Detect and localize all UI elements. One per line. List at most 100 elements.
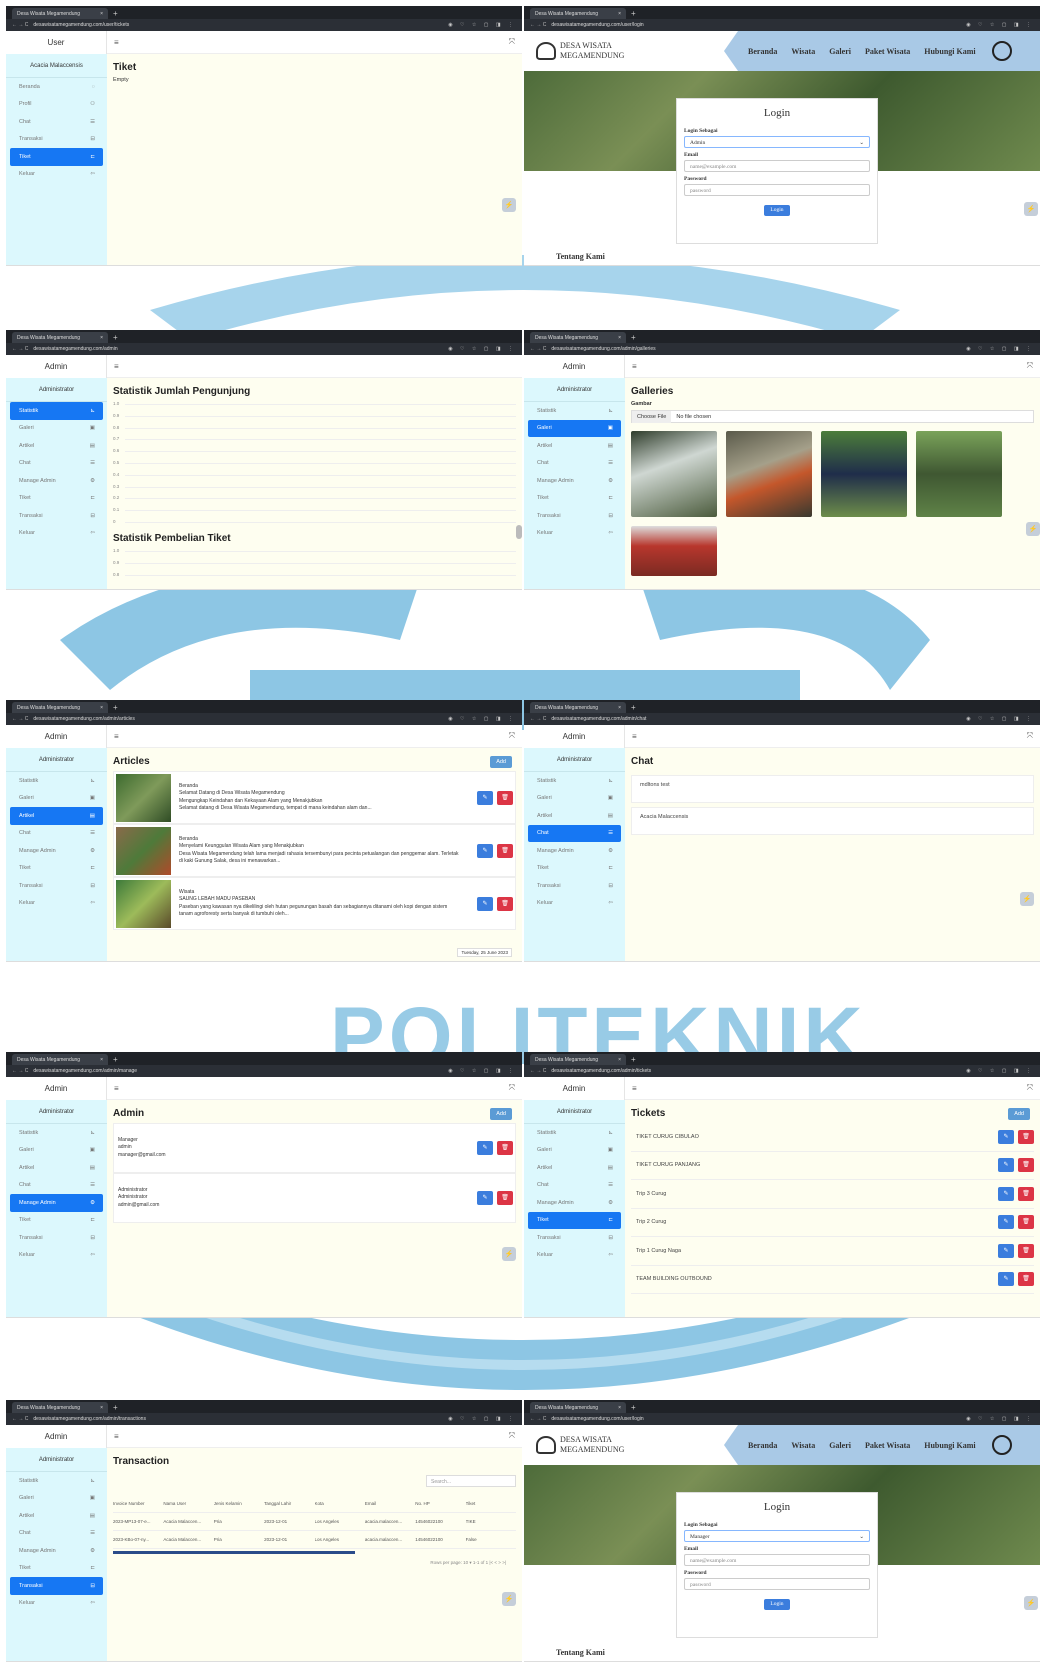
edit-button[interactable]: ✎ (477, 896, 493, 911)
browser-tool-icons[interactable]: ◉ ♡ ☆ ▢ ◨ ⋮ (966, 716, 1034, 722)
sidebar-item-statistik[interactable]: Statistik ⊾ (528, 402, 621, 420)
browser-tool-icons[interactable]: ◉ ♡ ☆ ▢ ◨ ⋮ (966, 1416, 1034, 1422)
menu-icon[interactable]: ≡ (114, 1084, 119, 1093)
sidebar-item-keluar[interactable]: Keluar ⇦ (10, 525, 103, 543)
nav-buttons[interactable]: ← → C (530, 346, 546, 352)
gallery-image[interactable] (631, 526, 717, 576)
sidebar-item-tiket[interactable]: Tiket ⊏ (10, 148, 103, 166)
sidebar-item-statistik[interactable]: Statistik ⊾ (10, 1472, 103, 1490)
password-field[interactable]: password (684, 184, 870, 196)
sidebar-item-keluar[interactable]: Keluar ⇦ (528, 525, 621, 543)
login-as-select[interactable]: Admin ⌄ (684, 136, 870, 148)
table-row[interactable]: 2023-MP13-07-e... Acacia Malaccen... Pria 2… (113, 1513, 516, 1531)
new-tab-button[interactable]: + (113, 1055, 118, 1065)
sidebar-item-keluar[interactable]: Keluar ⇦ (528, 895, 621, 913)
sidebar-item-transaksi[interactable]: Transaksi ⊟ (10, 877, 103, 895)
quick-action-button[interactable]: ⚡ (1020, 892, 1034, 906)
delete-button[interactable]: 🗑 (1018, 1158, 1034, 1173)
edit-button[interactable]: ✎ (998, 1215, 1014, 1230)
sidebar-item-chat[interactable]: Chat ☰ (10, 1177, 103, 1195)
nav-buttons[interactable]: ← → C (12, 1068, 28, 1074)
email-field[interactable]: name@example.com (684, 1554, 870, 1566)
sidebar-item-statistik[interactable]: Statistik ⊾ (10, 772, 103, 790)
browser-tool-icons[interactable]: ◉ ♡ ☆ ▢ ◨ ⋮ (966, 1068, 1034, 1074)
sidebar-item-keluar[interactable]: Keluar ⇦ (528, 1247, 621, 1265)
address-bar[interactable]: desawisatamegamendung.com/admin (33, 346, 443, 352)
delete-button[interactable]: 🗑 (497, 790, 513, 805)
menu-icon[interactable]: ≡ (114, 362, 119, 371)
delete-button[interactable]: 🗑 (1018, 1272, 1034, 1287)
sidebar-item-profil[interactable]: Profil ⚇ (10, 96, 103, 114)
table-row[interactable]: 2023-KBo-07-ny... Acacia Malaccen... Pria 2… (113, 1531, 516, 1549)
new-tab-button[interactable]: + (631, 1055, 636, 1065)
address-bar[interactable]: desawisatamegamendung.com/user/login (551, 22, 961, 28)
address-bar[interactable]: desawisatamegamendung.com/admin/tickets (551, 1068, 961, 1074)
sidebar-item-keluar[interactable]: Keluar ⇦ (10, 895, 103, 913)
sidebar-item-chat[interactable]: Chat ☰ (10, 113, 103, 131)
sidebar-item-galeri[interactable]: Galeri ▣ (528, 790, 621, 808)
nav-hubungi-kami[interactable]: Hubungi Kami (924, 1441, 975, 1450)
sidebar-item-transaksi[interactable]: Transaksi ⊟ (528, 877, 621, 895)
browser-tab[interactable]: Desa Wisata Megamendung × (530, 1054, 626, 1065)
gallery-image[interactable] (631, 431, 717, 517)
address-bar[interactable]: desawisatamegamendung.com/admin/articles (33, 716, 443, 722)
sidebar-item-artikel[interactable]: Artikel ▤ (10, 437, 103, 455)
sidebar-item-manage-admin[interactable]: Manage Admin ⚙ (10, 842, 103, 860)
sidebar-item-statistik[interactable]: Statistik ⊾ (10, 1124, 103, 1142)
browser-tool-icons[interactable]: ◉ ♡ ☆ ▢ ◨ ⋮ (966, 22, 1034, 28)
nav-wisata[interactable]: Wisata (791, 47, 815, 56)
edit-button[interactable]: ✎ (998, 1243, 1014, 1258)
new-tab-button[interactable]: + (631, 333, 636, 343)
delete-button[interactable]: 🗑 (497, 843, 513, 858)
sidebar-item-tiket[interactable]: Tiket ⊏ (10, 1212, 103, 1230)
nav-buttons[interactable]: ← → C (530, 1416, 546, 1422)
browser-tab[interactable]: Desa Wisata Megamendung × (530, 702, 626, 713)
collapse-icon[interactable]: ⤧ (1027, 731, 1033, 741)
browser-tab[interactable]: Desa Wisata Megamendung × (12, 332, 108, 343)
menu-icon[interactable]: ≡ (632, 362, 637, 371)
gallery-image[interactable] (821, 431, 907, 517)
sidebar-item-chat[interactable]: Chat ☰ (528, 1177, 621, 1195)
browser-tab[interactable]: Desa Wisata Megamendung × (530, 332, 626, 343)
gallery-image[interactable] (726, 431, 812, 517)
sidebar-item-tiket[interactable]: Tiket ⊏ (10, 1560, 103, 1578)
sidebar-item-transaksi[interactable]: Transaksi ⊟ (10, 507, 103, 525)
nav-buttons[interactable]: ← → C (12, 716, 28, 722)
browser-tab[interactable]: Desa Wisata Megamendung × (12, 1054, 108, 1065)
quick-action-button[interactable]: ⚡ (502, 1592, 516, 1606)
search-input[interactable]: Search... (426, 1475, 516, 1487)
browser-tab[interactable]: Desa Wisata Megamendung × (12, 1402, 108, 1413)
sidebar-item-chat[interactable]: Chat ☰ (10, 455, 103, 473)
collapse-icon[interactable]: ⤧ (509, 1431, 515, 1441)
collapse-icon[interactable]: ⤧ (509, 37, 515, 47)
add-ticket-button[interactable]: Add (1008, 1108, 1030, 1120)
address-bar[interactable]: desawisatamegamendung.com/admin/manage (33, 1068, 443, 1074)
nav-paket-wisata[interactable]: Paket Wisata (865, 47, 910, 56)
add-admin-button[interactable]: Add (490, 1108, 512, 1120)
menu-icon[interactable]: ≡ (114, 1432, 119, 1441)
browser-tool-icons[interactable]: ◉ ♡ ☆ ▢ ◨ ⋮ (448, 1416, 516, 1422)
delete-button[interactable]: 🗑 (1018, 1215, 1034, 1230)
nav-galeri[interactable]: Galeri (829, 1441, 851, 1450)
quick-action-button[interactable]: ⚡ (502, 198, 516, 212)
sidebar-item-keluar[interactable]: Keluar ⇦ (10, 1595, 103, 1613)
sidebar-item-manage-admin[interactable]: Manage Admin ⚙ (528, 1194, 621, 1212)
browser-tool-icons[interactable]: ◉ ♡ ☆ ▢ ◨ ⋮ (448, 1068, 516, 1074)
quick-action-button[interactable]: ⚡ (1024, 202, 1038, 216)
nav-buttons[interactable]: ← → C (12, 346, 28, 352)
sidebar-item-chat[interactable]: Chat ☰ (10, 1525, 103, 1543)
sidebar-item-manage-admin[interactable]: Manage Admin ⚙ (528, 842, 621, 860)
browser-tool-icons[interactable]: ◉ ♡ ☆ ▢ ◨ ⋮ (448, 346, 516, 352)
quick-action-button[interactable]: ⚡ (502, 1247, 516, 1261)
menu-icon[interactable]: ≡ (114, 732, 119, 741)
edit-button[interactable]: ✎ (998, 1272, 1014, 1287)
sidebar-item-transaksi[interactable]: Transaksi ⊟ (10, 131, 103, 149)
email-field[interactable]: name@example.com (684, 160, 870, 172)
nav-galeri[interactable]: Galeri (829, 47, 851, 56)
site-logo[interactable]: DESA WISATA MEGAMENDUNG (524, 41, 624, 61)
new-tab-button[interactable]: + (113, 1403, 118, 1413)
edit-button[interactable]: ✎ (998, 1129, 1014, 1144)
nav-beranda[interactable]: Beranda (748, 47, 777, 56)
delete-button[interactable]: 🗑 (1018, 1243, 1034, 1258)
new-tab-button[interactable]: + (113, 703, 118, 713)
